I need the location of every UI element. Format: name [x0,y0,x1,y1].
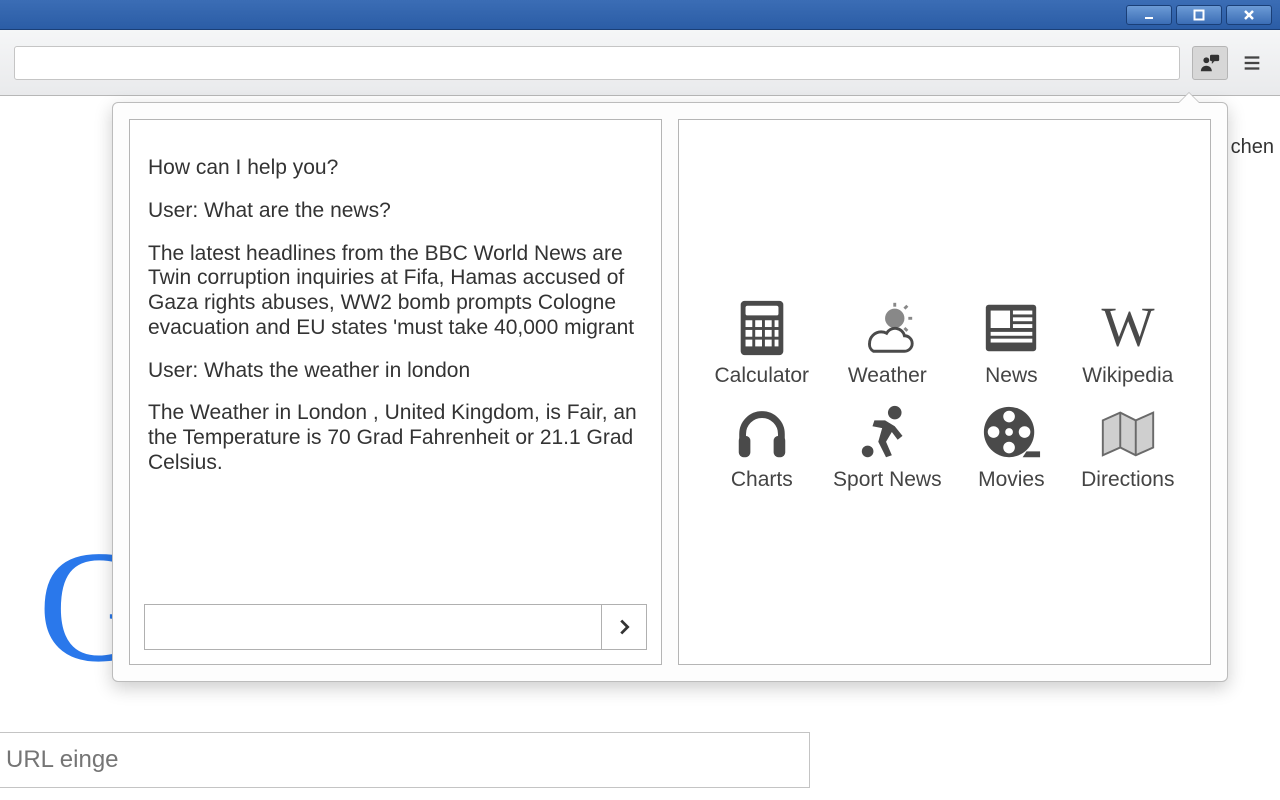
tool-calculator[interactable]: Calculator [715,292,810,388]
calculator-icon [726,292,798,364]
window-minimize-button[interactable] [1126,5,1172,25]
tool-weather[interactable]: Weather [833,292,942,388]
chat-line: The Weather in London , United Kingdom, … [148,401,643,475]
tool-label: Calculator [715,364,810,388]
chat-line: User: What are the news? [148,199,643,224]
tool-sport-news[interactable]: Sport News [833,396,942,492]
chat-input-row [130,594,661,664]
browser-menu-button[interactable] [1234,46,1270,80]
chat-line: The latest headlines from the BBC World … [148,242,643,341]
map-icon [1092,396,1164,468]
tools-grid: Calculator Weather [715,292,1175,492]
tool-label: Movies [978,468,1045,492]
chevron-right-icon [613,616,635,638]
address-bar[interactable] [14,46,1180,80]
film-reel-icon [975,396,1047,468]
weather-icon [851,292,923,364]
tool-directions[interactable]: Directions [1081,396,1174,492]
chat-input[interactable] [144,604,601,650]
tools-panel: Calculator Weather [678,119,1211,665]
search-input[interactable] [6,746,809,774]
browser-toolbar [0,30,1280,96]
chat-line: How can I help you? [148,156,643,181]
headphones-icon [726,396,798,468]
sport-icon [851,396,923,468]
tool-label: Weather [848,364,927,388]
tool-label: Wikipedia [1082,364,1173,388]
window-maximize-button[interactable] [1176,5,1222,25]
tool-label: Sport News [833,468,942,492]
chat-transcript: How can I help you? User: What are the n… [130,120,661,594]
tool-label: Directions [1081,468,1174,492]
tool-label: Charts [731,468,793,492]
tool-label: News [985,364,1038,388]
window-close-button[interactable] [1226,5,1272,25]
wikipedia-icon: W [1092,292,1164,364]
tool-charts[interactable]: Charts [715,396,810,492]
svg-text:W: W [1101,297,1154,358]
news-icon [975,292,1047,364]
tool-movies[interactable]: Movies [966,396,1058,492]
assistant-icon [1199,52,1221,74]
chat-panel: How can I help you? User: What are the n… [129,119,662,665]
partial-text: chen [1231,136,1274,159]
chat-line: User: Whats the weather in london [148,359,643,384]
assistant-extension-button[interactable] [1192,46,1228,80]
chat-send-button[interactable] [601,604,647,650]
tool-wikipedia[interactable]: W Wikipedia [1081,292,1174,388]
window-titlebar [0,0,1280,30]
google-search-box[interactable] [0,732,810,788]
hamburger-icon [1241,52,1263,74]
tool-news[interactable]: News [966,292,1058,388]
assistant-popup: How can I help you? User: What are the n… [112,102,1228,682]
